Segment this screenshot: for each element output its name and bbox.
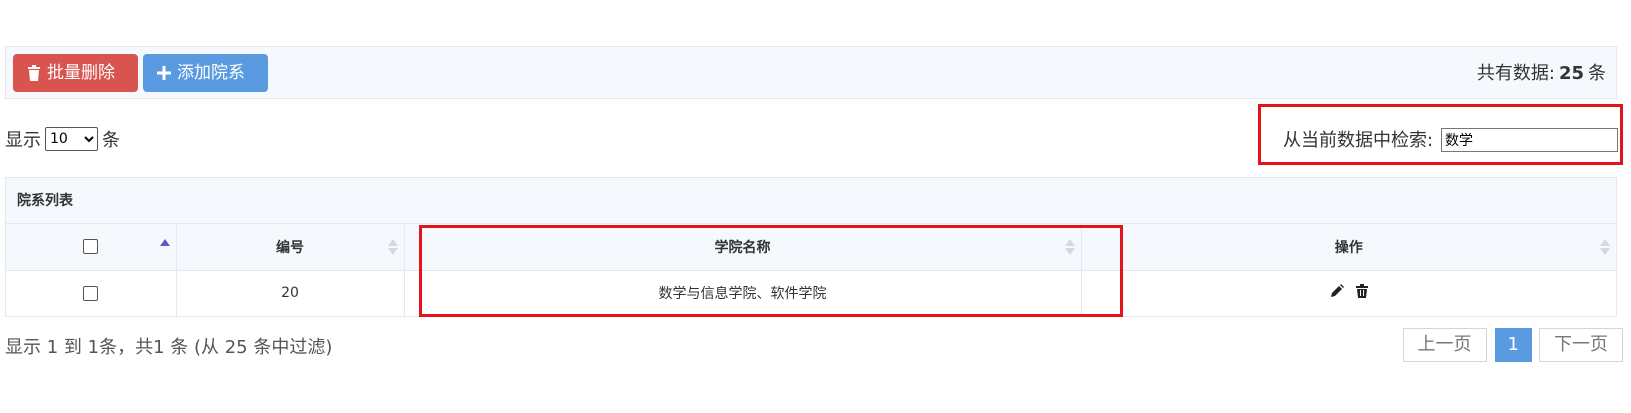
page-length-select[interactable]: 10 xyxy=(45,127,98,151)
sort-icon[interactable] xyxy=(1600,238,1610,255)
add-department-label: 添加院系 xyxy=(177,63,245,83)
current-page-button[interactable]: 1 xyxy=(1494,328,1532,362)
column-id-header[interactable]: 编号 xyxy=(176,224,405,271)
toolbar: 批量删除 添加院系 共有数据: 25 条 xyxy=(5,46,1617,99)
column-actions-label: 操作 xyxy=(1334,239,1363,256)
name-column-highlight-box xyxy=(419,225,1123,317)
plus-icon xyxy=(157,66,171,80)
page-length-control: 显示 10 条 xyxy=(5,126,120,152)
batch-delete-label: 批量删除 xyxy=(47,63,115,83)
total-number: 25 xyxy=(1558,63,1584,84)
total-count: 共有数据: 25 条 xyxy=(1477,47,1606,100)
total-suffix: 条 xyxy=(1588,63,1606,84)
batch-delete-button[interactable]: 批量删除 xyxy=(13,54,138,92)
select-all-checkbox[interactable] xyxy=(83,239,99,255)
sort-asc-icon[interactable] xyxy=(159,238,170,255)
row-checkbox[interactable] xyxy=(83,285,99,301)
row-actions xyxy=(1081,270,1616,316)
select-all-header[interactable] xyxy=(6,224,177,271)
prev-page-button[interactable]: 上一页 xyxy=(1402,328,1487,362)
search-input[interactable] xyxy=(1441,128,1618,152)
next-page-button[interactable]: 下一页 xyxy=(1539,328,1623,362)
trash-icon[interactable] xyxy=(1355,284,1368,302)
edit-icon[interactable] xyxy=(1330,284,1344,302)
search-label: 从当前数据中检索: xyxy=(1283,130,1434,151)
length-suffix: 条 xyxy=(102,130,120,151)
column-id-label: 编号 xyxy=(276,239,304,256)
row-select-cell xyxy=(6,270,177,316)
add-department-button[interactable]: 添加院系 xyxy=(143,54,268,92)
trash-icon xyxy=(27,65,41,81)
table-title: 院系列表 xyxy=(6,178,1616,224)
row-id: 20 xyxy=(176,270,405,316)
sort-icon[interactable] xyxy=(387,238,398,255)
table-info: 显示 1 到 1条，共1 条 (从 25 条中过滤) xyxy=(5,337,333,358)
total-prefix: 共有数据: xyxy=(1476,63,1555,84)
pagination: 上一页 1 下一页 xyxy=(1402,328,1623,362)
length-prefix: 显示 xyxy=(5,130,41,151)
column-actions-header[interactable]: 操作 xyxy=(1081,224,1616,271)
